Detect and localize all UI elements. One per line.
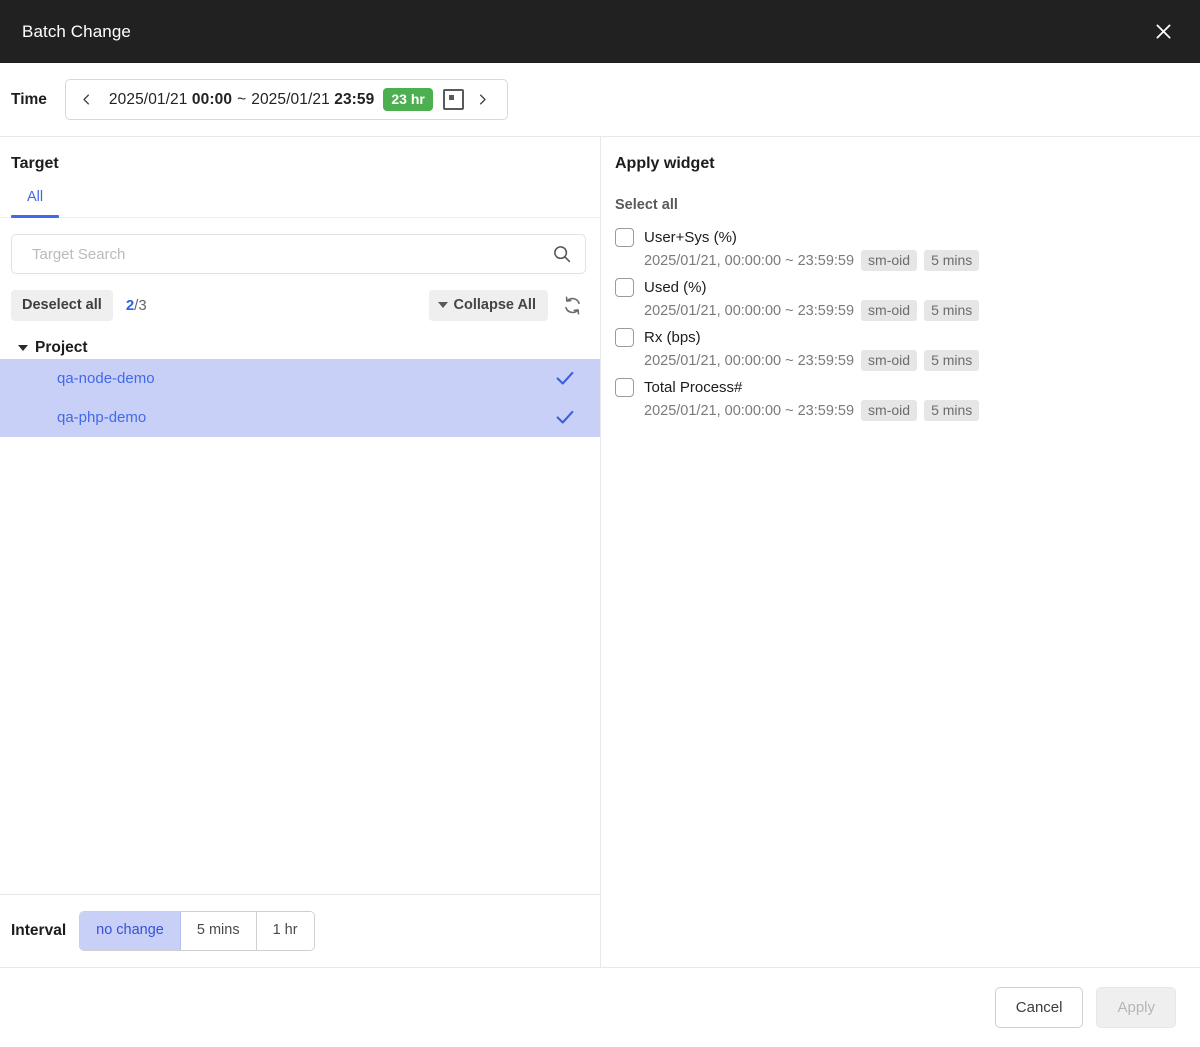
target-tabs: All (0, 185, 600, 218)
tree-item-label: qa-node-demo (57, 369, 155, 387)
widget-date-range: 2025/01/21, 00:00:00 ~ 23:59:59 (644, 352, 855, 369)
apply-widget-pane: Apply widget Select all User+Sys (%) 202… (601, 137, 1200, 967)
time-end-time: 23:59 (334, 90, 375, 108)
status-badge: 5 mins (924, 350, 980, 371)
select-all-link[interactable]: Select all (615, 197, 678, 213)
list-item: Rx (bps) 2025/01/21, 00:00:00 ~ 23:59:59… (615, 328, 1200, 371)
chevron-left-icon[interactable] (74, 85, 100, 115)
time-label: Time (11, 90, 47, 108)
list-item[interactable]: qa-node-demo (0, 358, 600, 398)
interval-row: Interval no change 5 mins 1 hr (0, 894, 600, 967)
list-item[interactable]: qa-php-demo (0, 397, 600, 437)
collapse-all-button[interactable]: Collapse All (428, 290, 548, 321)
apply-button[interactable]: Apply (1096, 987, 1176, 1028)
selected-count: 2 (125, 296, 135, 314)
tab-all[interactable]: All (11, 185, 60, 218)
time-end-date: 2025/01/21 (251, 90, 330, 108)
dialog-titlebar: Batch Change (0, 0, 1200, 63)
caret-down-icon (437, 302, 448, 309)
date-range-icon[interactable] (442, 89, 464, 110)
list-item: User+Sys (%) 2025/01/21, 00:00:00 ~ 23:5… (615, 228, 1200, 271)
widget-meta: 2025/01/21, 00:00:00 ~ 23:59:59 sm-oid 5… (615, 350, 1200, 371)
widget-meta: 2025/01/21, 00:00:00 ~ 23:59:59 sm-oid 5… (615, 250, 1200, 271)
status-badge: 5 mins (924, 300, 980, 321)
check-icon (554, 367, 576, 389)
widget-checkbox[interactable] (615, 228, 634, 247)
chevron-right-icon[interactable] (470, 85, 496, 115)
refresh-icon[interactable] (558, 291, 586, 319)
widget-name: Total Process# (644, 379, 743, 396)
widget-header: Total Process# (615, 378, 1200, 397)
widget-name: User+Sys (%) (644, 229, 737, 246)
list-item: Used (%) 2025/01/21, 00:00:00 ~ 23:59:59… (615, 278, 1200, 321)
widget-list: User+Sys (%) 2025/01/21, 00:00:00 ~ 23:5… (615, 228, 1200, 421)
widget-header: Rx (bps) (615, 328, 1200, 347)
search-icon[interactable] (551, 243, 573, 265)
widget-meta: 2025/01/21, 00:00:00 ~ 23:59:59 sm-oid 5… (615, 400, 1200, 421)
status-badge: 5 mins (924, 250, 980, 271)
widget-checkbox[interactable] (615, 328, 634, 347)
widget-checkbox[interactable] (615, 378, 634, 397)
tree-group-project[interactable]: Project (0, 337, 600, 359)
widget-name: Rx (bps) (644, 329, 701, 346)
interval-option-5-mins[interactable]: 5 mins (180, 912, 257, 950)
target-search-box[interactable] (11, 234, 586, 274)
deselect-all-button[interactable]: Deselect all (11, 290, 113, 321)
time-row: Time 2025/01/21 00:00 ~2025/01/21 23:59 2… (0, 63, 1200, 137)
time-range-text[interactable]: 2025/01/21 00:00 ~2025/01/21 23:59 (100, 91, 381, 109)
target-tree: Project qa-node-demo qa-php-demo (0, 321, 600, 895)
dialog-footer: Cancel Apply (0, 968, 1200, 1047)
interval-option-no-change[interactable]: no change (80, 912, 181, 950)
caret-down-icon (18, 344, 28, 351)
total-count: 3 (138, 296, 147, 314)
interval-label: Interval (11, 922, 67, 939)
target-search-wrap (0, 218, 600, 274)
cancel-button[interactable]: Cancel (994, 987, 1084, 1028)
list-item: Total Process# 2025/01/21, 00:00:00 ~ 23… (615, 378, 1200, 421)
time-separator: ~ (237, 90, 247, 108)
tree-group-items: qa-node-demo qa-php-demo (0, 358, 600, 437)
interval-segmented-control: no change 5 mins 1 hr (79, 911, 315, 951)
status-badge: sm-oid (861, 400, 918, 421)
status-badge: sm-oid (861, 300, 918, 321)
duration-badge: 23 hr (383, 88, 433, 111)
tree-item-label: qa-php-demo (57, 408, 147, 426)
apply-widget-title: Apply widget (615, 155, 715, 172)
batch-change-dialog: Batch Change Time 2025/01/21 00:00 ~2025/… (0, 0, 1200, 1047)
status-badge: sm-oid (861, 350, 918, 371)
widget-date-range: 2025/01/21, 00:00:00 ~ 23:59:59 (644, 252, 855, 269)
check-icon (554, 406, 576, 428)
widget-date-range: 2025/01/21, 00:00:00 ~ 23:59:59 (644, 302, 855, 319)
selection-count: 2/3 (126, 297, 147, 314)
interval-option-1-hr[interactable]: 1 hr (256, 912, 314, 950)
tree-group-label: Project (35, 338, 88, 356)
status-badge: 5 mins (924, 400, 980, 421)
widget-meta: 2025/01/21, 00:00:00 ~ 23:59:59 sm-oid 5… (615, 300, 1200, 321)
status-badge: sm-oid (861, 250, 918, 271)
widget-date-range: 2025/01/21, 00:00:00 ~ 23:59:59 (644, 402, 855, 419)
widget-checkbox[interactable] (615, 278, 634, 297)
widget-name: Used (%) (644, 279, 707, 296)
close-icon[interactable] (1146, 15, 1180, 49)
widget-header: Used (%) (615, 278, 1200, 297)
dialog-body: Target All Deselect all 2/3 (0, 137, 1200, 968)
target-toolbar: Deselect all 2/3 Collapse All (0, 274, 600, 321)
collapse-all-label: Collapse All (453, 297, 536, 313)
time-range-picker[interactable]: 2025/01/21 00:00 ~2025/01/21 23:59 23 hr (64, 79, 508, 120)
search-input[interactable] (30, 244, 551, 264)
widget-header: User+Sys (%) (615, 228, 1200, 247)
dialog-title: Batch Change (22, 21, 131, 41)
target-pane: Target All Deselect all 2/3 (0, 137, 601, 967)
target-title: Target (11, 155, 59, 172)
time-start-date: 2025/01/21 (108, 90, 188, 108)
time-start-time: 00:00 (191, 90, 233, 108)
